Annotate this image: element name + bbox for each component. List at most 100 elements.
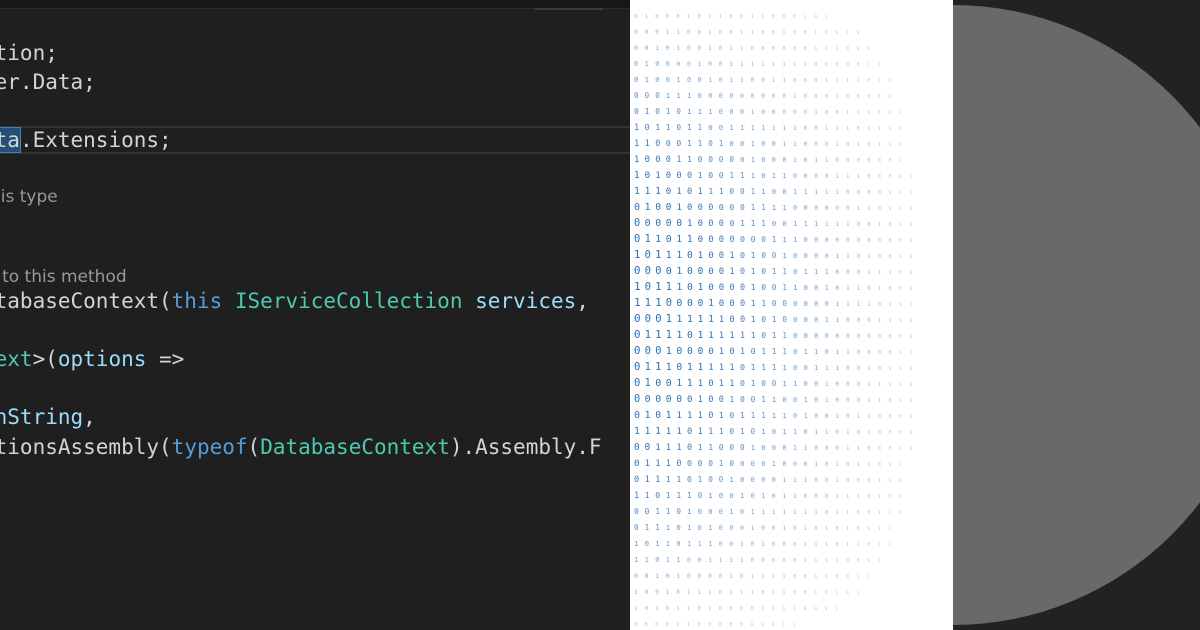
- binary-digit: 1: [867, 366, 870, 372]
- binary-digit: 0: [825, 252, 829, 260]
- binary-digit: 0: [814, 526, 817, 532]
- keyword-token: typeof: [171, 435, 248, 459]
- binary-digit: 0: [804, 125, 808, 132]
- binary-digit: 1: [899, 222, 902, 228]
- binary-digit: 0: [793, 315, 797, 324]
- binary-digit: 0: [687, 427, 692, 437]
- code-line-6[interactable]: atabaseContext(this IServiceCollection s…: [0, 288, 589, 314]
- binary-digit: 0: [878, 110, 881, 116]
- binary-digit: 1: [835, 413, 839, 420]
- binary-digit: 0: [666, 297, 672, 309]
- binary-digit: 1: [676, 427, 681, 437]
- binary-digit: 0: [772, 476, 776, 484]
- binary-digit: 1: [814, 542, 817, 548]
- binary-digit: 0: [814, 332, 818, 340]
- binary-digit: 0: [793, 14, 796, 20]
- binary-digit: 0: [804, 252, 808, 260]
- binary-digit: 1: [708, 540, 712, 548]
- binary-digit: 0: [867, 158, 870, 164]
- binary-digit: 0: [793, 251, 797, 260]
- binary-digit: 0: [867, 238, 870, 244]
- binary-digit: 0: [687, 187, 692, 197]
- binary-digit: 1: [645, 410, 651, 421]
- binary-digit: 0: [655, 378, 661, 389]
- binary-digit: 0: [729, 283, 734, 293]
- code-text: ction;: [0, 41, 58, 65]
- codelens-hint-type[interactable]: his type: [0, 186, 58, 208]
- binary-digit: 1: [878, 558, 881, 564]
- binary-digit: 1: [857, 174, 860, 180]
- binary-digit: 1: [772, 62, 775, 68]
- binary-digit: 1: [782, 235, 786, 244]
- binary-digit: 1: [793, 477, 797, 484]
- binary-digit: 0: [740, 14, 743, 20]
- binary-digit: 1: [655, 186, 661, 197]
- binary-digit: 0: [910, 430, 913, 436]
- binary-digit: 0: [761, 379, 766, 388]
- binary-digit: 1: [867, 126, 870, 132]
- binary-digit: 1: [846, 542, 849, 548]
- binary-digit: 1: [655, 362, 661, 373]
- binary-digit: 1: [857, 590, 860, 596]
- binary-digit: 1: [698, 123, 703, 132]
- binary-digit: 1: [634, 296, 641, 309]
- binary-digit: 0: [899, 286, 902, 292]
- binary-digit: 0: [804, 30, 807, 36]
- code-text: =>: [146, 347, 185, 371]
- code-line-10[interactable]: onString,: [0, 404, 96, 430]
- binary-digit: 1: [846, 494, 849, 500]
- binary-digit: 1: [804, 62, 807, 68]
- binary-digit: 1: [729, 363, 734, 373]
- binary-digit: 0: [835, 237, 839, 244]
- binary-digit: 0: [910, 270, 913, 276]
- editor-tab[interactable]: [535, 0, 603, 10]
- binary-digit: 1: [698, 61, 702, 68]
- binary-digit: 1: [761, 427, 765, 436]
- binary-digit: 0: [867, 286, 871, 292]
- binary-digit: 0: [782, 156, 786, 164]
- binary-digit: 1: [645, 186, 651, 197]
- codelens-hint-method[interactable]: t to this method: [0, 266, 127, 288]
- code-line-1[interactable]: ction;: [0, 40, 58, 66]
- binary-digit: 1: [825, 268, 829, 276]
- binary-digit: 0: [655, 91, 660, 100]
- binary-digit: 1: [772, 411, 776, 420]
- binary-digit: 1: [835, 94, 838, 100]
- binary-digit: 1: [772, 590, 775, 596]
- decorative-panel: [953, 0, 1200, 630]
- binary-digit: 1: [846, 78, 849, 84]
- code-line-8[interactable]: text>(options =>: [0, 346, 184, 372]
- binary-digit: 0: [793, 526, 797, 532]
- parameter-token: options: [57, 347, 147, 371]
- binary-digit: 0: [634, 622, 637, 628]
- binary-digit: 1: [846, 526, 849, 532]
- binary-digit: 1: [846, 174, 850, 180]
- binary-digit: 0: [846, 381, 850, 388]
- binary-digit: 0: [846, 142, 849, 148]
- binary-digit: 0: [825, 606, 828, 612]
- binary-digit: 0: [835, 332, 839, 340]
- binary-digit: 1: [687, 154, 692, 164]
- code-line-11[interactable]: ationsAssembly(typeof(DatabaseContext).A…: [0, 434, 602, 460]
- binary-digit: 0: [888, 414, 891, 420]
- binary-digit: 0: [666, 138, 671, 148]
- binary-digit: 1: [687, 491, 692, 500]
- binary-digit: 0: [740, 203, 745, 212]
- binary-digit: 1: [772, 363, 777, 372]
- binary-digit: 0: [825, 590, 828, 596]
- binary-digit: 0: [719, 540, 723, 548]
- binary-digit: 0: [634, 523, 639, 532]
- binary-digit: 1: [645, 139, 650, 149]
- binary-digit: 1: [825, 46, 828, 52]
- binary-digit: 0: [793, 204, 797, 212]
- binary-digit: 1: [676, 410, 682, 421]
- binary-digit: 0: [655, 218, 661, 229]
- binary-digit: 0: [825, 173, 829, 180]
- binary-digit: 1: [899, 110, 902, 116]
- binary-digit: 0: [888, 446, 891, 452]
- binary-digit: 0: [846, 206, 850, 212]
- code-line-3[interactable]: ata.Extensions;: [0, 127, 172, 153]
- binary-digit: 0: [729, 155, 734, 164]
- binary-digit: 1: [740, 411, 745, 420]
- code-line-2[interactable]: mer.Data;: [0, 69, 96, 95]
